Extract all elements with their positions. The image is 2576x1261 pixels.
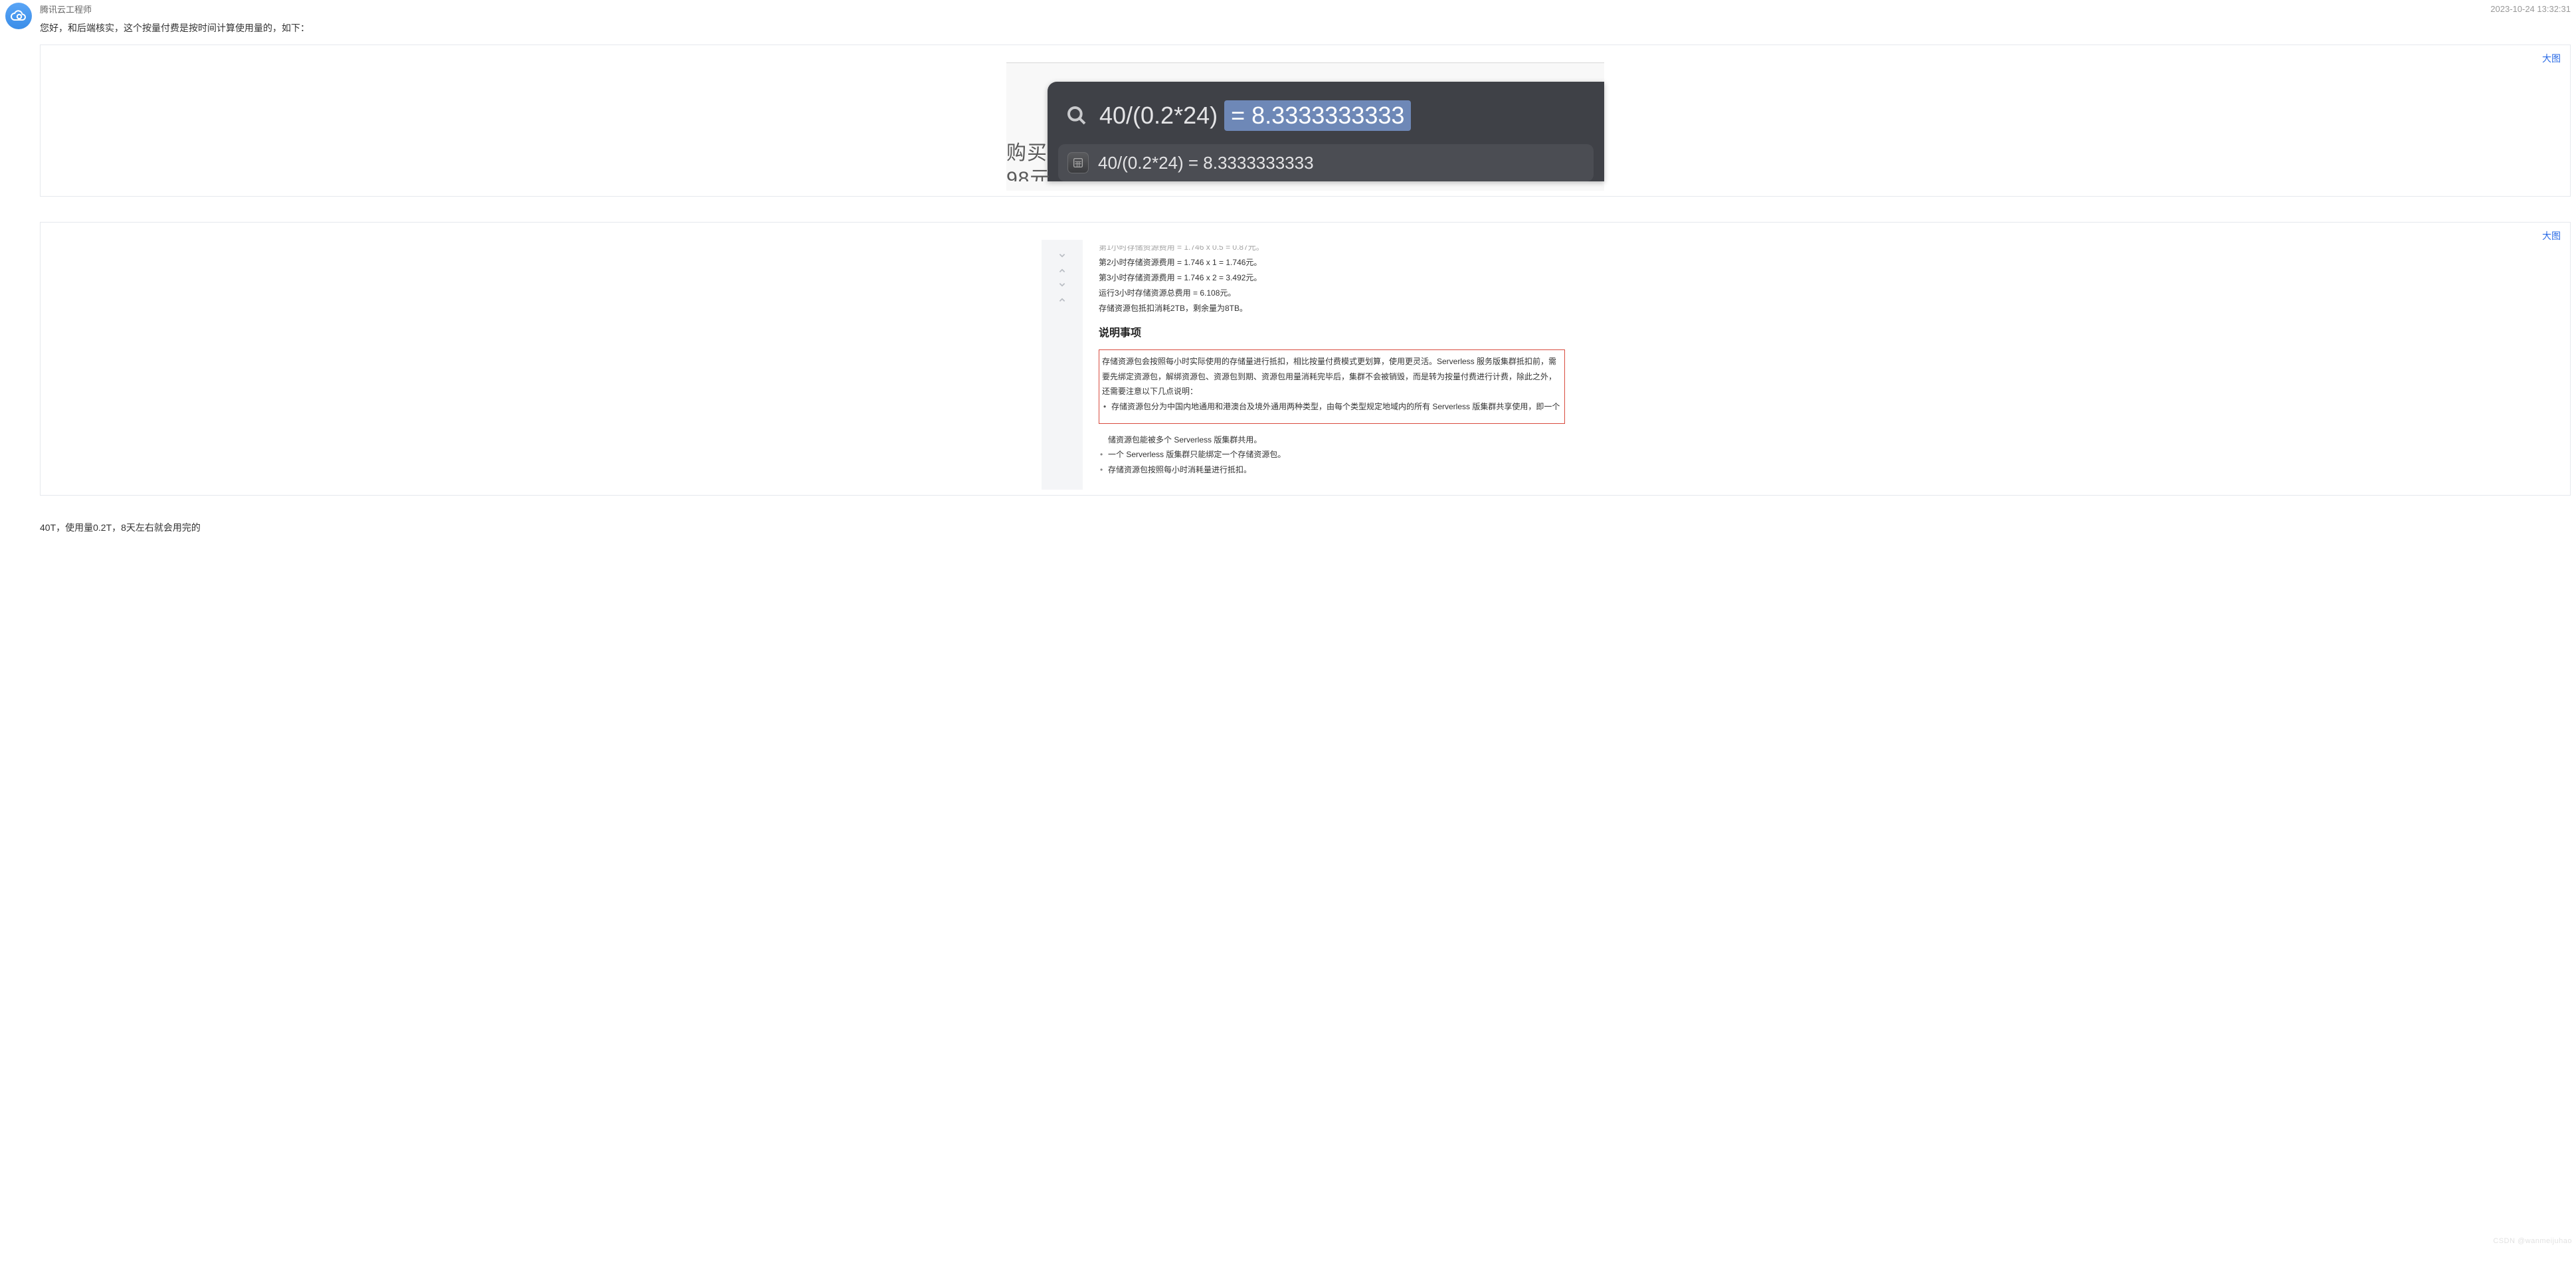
enlarge-link[interactable]: 大图 (2542, 229, 2561, 242)
doc-line-3: 第3小时存储资源费用 = 1.746 x 2 = 3.492元。 (1099, 270, 1565, 286)
message-body: 腾讯云工程师 2023-10-24 13:32:31 您好，和后端核实，这个按量… (40, 3, 2571, 534)
suggestion-row: 40/(0.2*24) = 8.3333333333 (1058, 144, 1594, 181)
attachment-2-image[interactable]: 第1小时存储资源费用 = 1.746 x 0.5 = 0.87元。 第2小时存储… (46, 228, 2565, 490)
cloud-icon (11, 8, 27, 24)
author-name: 腾讯云工程师 (40, 3, 92, 15)
enlarge-link[interactable]: 大图 (2542, 52, 2561, 65)
doc-heading: 说明事项 (1099, 324, 1565, 343)
doc-line-1: 第1小时存储资源费用 = 1.746 x 0.5 = 0.87元。 (1099, 240, 1565, 255)
doc-line-2: 第2小时存储资源费用 = 1.746 x 1 = 1.746元。 (1099, 255, 1565, 270)
expression-text: 40/(0.2*24) (1099, 102, 1218, 130)
footer-text: 40T，使用量0.2T，8天左右就会用完的 (40, 521, 2571, 534)
doc-paragraph: 存储资源包会按照每小时实际使用的存储量进行抵扣，相比按量付费模式更划算，使用更灵… (1102, 354, 1562, 399)
search-icon (1066, 105, 1087, 126)
message-header: 腾讯云工程师 2023-10-24 13:32:31 (40, 3, 2571, 15)
attachment-1-image[interactable]: 购买 98元 40/(0.2*24) = 8.3333333333 (46, 50, 2565, 191)
attachment-1: 大图 购买 98元 (40, 45, 2571, 197)
cropped-text: 购买 98元 (1006, 140, 1050, 192)
chevron-up-icon (1058, 266, 1066, 274)
watermark: CSDN @wanmeijuhao (2493, 1237, 2572, 1245)
avatar (5, 3, 32, 29)
doc-bullet-2: 一个 Serverless 版集群只能绑定一个存储资源包。 (1099, 447, 1565, 462)
search-expression: 40/(0.2*24) = 8.3333333333 (1099, 100, 1411, 131)
doc-bullet-1: 存储资源包分为中国内地通用和港澳台及境外通用两种类型，由每个类型规定地域内的所有… (1102, 399, 1562, 430)
chevron-up-icon (1058, 296, 1066, 304)
timestamp: 2023-10-24 13:32:31 (2490, 4, 2571, 14)
cropped-text-1: 购买 (1006, 140, 1050, 166)
cropped-text-2: 98元 (1006, 166, 1050, 192)
message-text: 您好，和后端核实，这个按量付费是按时间计算使用量的，如下： (40, 21, 2571, 35)
message: 腾讯云工程师 2023-10-24 13:32:31 您好，和后端核实，这个按量… (5, 3, 2571, 534)
doc-line-5: 存储资源包抵扣消耗2TB，剩余量为8TB。 (1099, 301, 1565, 316)
attachment-2: 大图 第1小时存储资源费用 = 1.746 x 0.5 = 0.87元。 第2小… (40, 222, 2571, 496)
expression-result: = 8.3333333333 (1224, 100, 1411, 131)
chevron-down-icon (1058, 281, 1066, 289)
chevron-down-icon (1058, 252, 1066, 260)
calculator-icon (1067, 152, 1089, 173)
doc-bullet-3: 存储资源包按照每小时消耗量进行抵扣。 (1099, 462, 1565, 478)
suggestion-text: 40/(0.2*24) = 8.3333333333 (1098, 153, 1314, 173)
doc-content: 第1小时存储资源费用 = 1.746 x 0.5 = 0.87元。 第2小时存储… (1083, 240, 1569, 490)
doc-line-4: 运行3小时存储资源总费用 = 6.108元。 (1099, 286, 1565, 301)
highlighted-box: 存储资源包会按照每小时实际使用的存储量进行抵扣，相比按量付费模式更划算，使用更灵… (1099, 349, 1565, 424)
search-row: 40/(0.2*24) = 8.3333333333 (1048, 94, 1604, 144)
doc-sidebar (1042, 240, 1083, 490)
spotlight-window: 40/(0.2*24) = 8.3333333333 40/(0.2*24) =… (1048, 82, 1604, 181)
